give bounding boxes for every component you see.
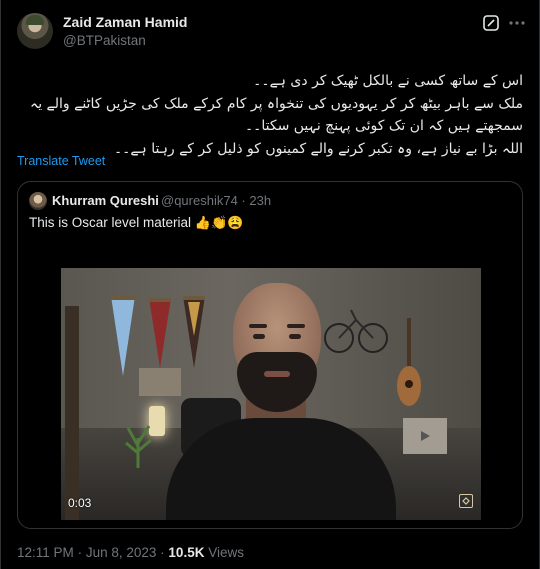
pennant-blue (111, 296, 135, 376)
footer-dot: · (77, 545, 83, 560)
tweet-line: سمجھتے ہیں کہ ان تک کوئی پہنچ نہیں سکتا۔… (244, 118, 523, 134)
views-count[interactable]: 10.5K (168, 545, 204, 560)
quoted-tweet-text: This is Oscar level material 👍👏😩 (29, 215, 243, 231)
tweet-time[interactable]: 12:11 PM (17, 545, 74, 560)
tweet-line: ملک سے باہر بیٹھ کر کر یہودیوں کی تنخواہ… (30, 95, 523, 112)
quoted-author-avatar (29, 192, 47, 210)
quoted-author-handle: @qureshik74 (161, 193, 238, 208)
tweet-container: Zaid Zaman Hamid @BTPakistan اس کے ساتھ … (0, 0, 540, 569)
video-door (65, 306, 79, 520)
views-label: Views (208, 545, 244, 560)
gif-icon[interactable] (459, 494, 473, 508)
quoted-time-ago: 23h (249, 193, 272, 208)
video-player[interactable]: 0:03 (61, 268, 481, 520)
quoted-author-display-name: Khurram Qureshi (52, 193, 159, 208)
video-plant (125, 425, 152, 468)
video-shelf (139, 368, 181, 396)
quoted-separator: · (241, 193, 246, 208)
grok-icon[interactable] (481, 13, 501, 33)
translate-tweet-link[interactable]: Translate Tweet (17, 154, 105, 168)
quoted-tweet-card[interactable]: Khurram Qureshi @qureshik74 · 23h This i… (17, 181, 523, 529)
author-display-name[interactable]: Zaid Zaman Hamid (63, 14, 187, 30)
pennant-red (149, 298, 171, 368)
video-bicycle (324, 309, 388, 353)
quoted-text-body: This is Oscar level material (29, 215, 192, 230)
more-options-icon[interactable] (506, 13, 528, 33)
video-person-brow (249, 324, 267, 328)
video-duration: 0:03 (68, 496, 92, 510)
video-person-eye (289, 334, 301, 339)
pennant-dark (183, 296, 205, 368)
video-person-brow (287, 324, 305, 328)
video-monitor-play-icon (421, 431, 430, 441)
video-person-eye (253, 334, 265, 339)
quoted-author-meta: @qureshik74 · 23h (161, 193, 271, 208)
tweet-footer: 12:11 PM · Jun 8, 2023 · 10.5K Views (17, 545, 244, 560)
author-avatar[interactable] (17, 13, 53, 49)
tweet-date[interactable]: Jun 8, 2023 (86, 545, 157, 560)
footer-dot: · (160, 545, 165, 560)
thumbs-up-emoji: 👍 (194, 215, 211, 230)
clapping-hands-emoji: 👏 (211, 215, 228, 230)
video-person-mouth (264, 371, 290, 377)
tweet-text: اس کے ساتھ کسی نے بالکل ٹھیک کر دی ہے۔۔ … (17, 70, 523, 160)
author-handle[interactable]: @BTPakistan (63, 33, 146, 48)
weary-face-emoji: 😩 (227, 215, 244, 230)
tweet-line: اس کے ساتھ کسی نے بالکل ٹھیک کر دی ہے۔۔ (253, 73, 523, 89)
video-guitar (397, 318, 421, 406)
